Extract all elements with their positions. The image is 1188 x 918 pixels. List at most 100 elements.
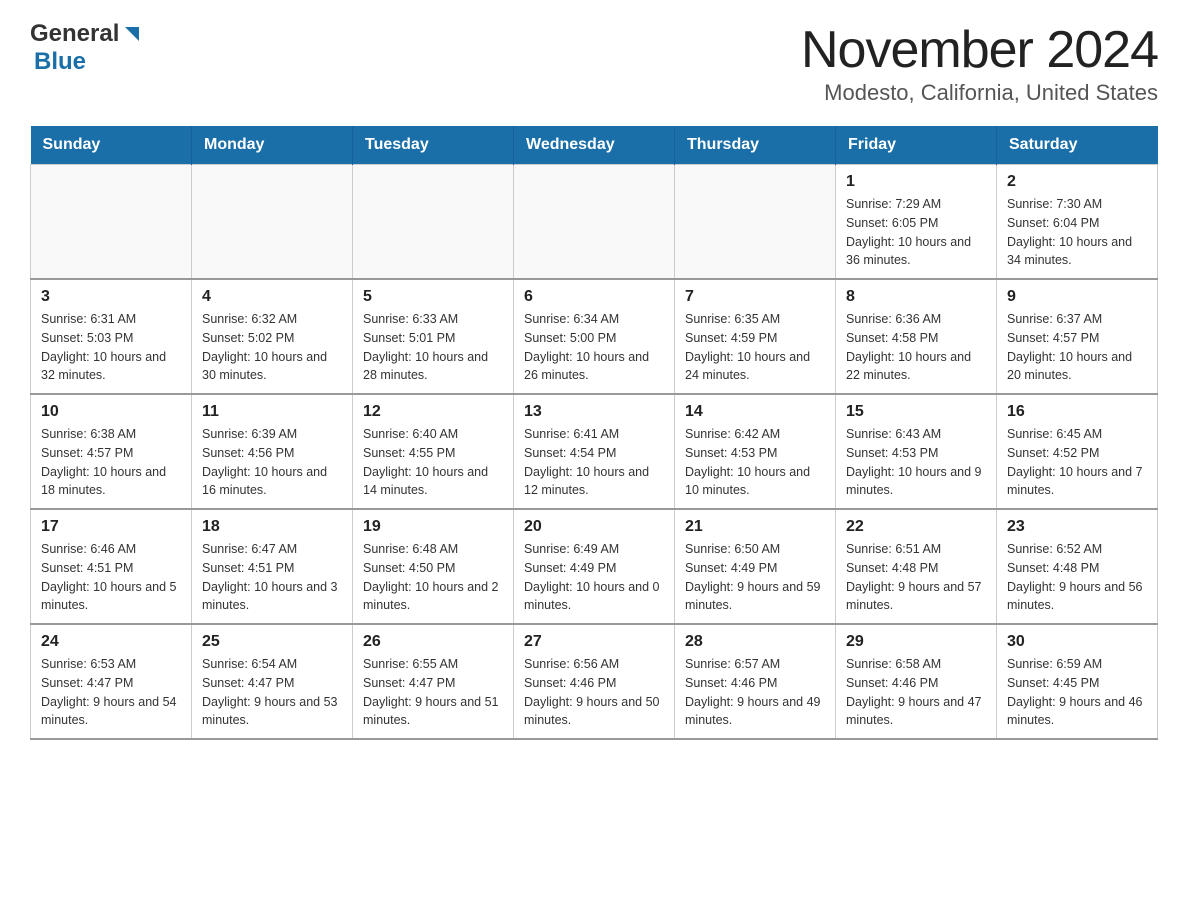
calendar-cell: 18 Sunrise: 6:47 AM Sunset: 4:51 PM Dayli…	[192, 509, 353, 624]
day-number: 23	[1007, 518, 1147, 536]
day-number: 18	[202, 518, 342, 536]
day-info: Sunrise: 6:52 AM Sunset: 4:48 PM Dayligh…	[1007, 540, 1147, 615]
calendar-cell: 4 Sunrise: 6:32 AM Sunset: 5:02 PM Daylig…	[192, 279, 353, 394]
day-info: Sunrise: 6:35 AM Sunset: 4:59 PM Dayligh…	[685, 310, 825, 385]
calendar-cell: 12 Sunrise: 6:40 AM Sunset: 4:55 PM Dayli…	[353, 394, 514, 509]
day-info: Sunrise: 6:54 AM Sunset: 4:47 PM Dayligh…	[202, 655, 342, 730]
day-number: 12	[363, 403, 503, 421]
day-info: Sunrise: 6:50 AM Sunset: 4:49 PM Dayligh…	[685, 540, 825, 615]
day-info: Sunrise: 6:32 AM Sunset: 5:02 PM Dayligh…	[202, 310, 342, 385]
calendar-cell: 30 Sunrise: 6:59 AM Sunset: 4:45 PM Dayli…	[997, 624, 1158, 739]
day-number: 13	[524, 403, 664, 421]
day-info: Sunrise: 6:36 AM Sunset: 4:58 PM Dayligh…	[846, 310, 986, 385]
day-number: 1	[846, 173, 986, 191]
page-title: November 2024	[801, 20, 1158, 80]
calendar-cell: 15 Sunrise: 6:43 AM Sunset: 4:53 PM Dayli…	[836, 394, 997, 509]
calendar-cell: 28 Sunrise: 6:57 AM Sunset: 4:46 PM Dayli…	[675, 624, 836, 739]
calendar-cell: 22 Sunrise: 6:51 AM Sunset: 4:48 PM Dayli…	[836, 509, 997, 624]
calendar-cell: 5 Sunrise: 6:33 AM Sunset: 5:01 PM Daylig…	[353, 279, 514, 394]
calendar-cell: 23 Sunrise: 6:52 AM Sunset: 4:48 PM Dayli…	[997, 509, 1158, 624]
calendar-cell: 25 Sunrise: 6:54 AM Sunset: 4:47 PM Dayli…	[192, 624, 353, 739]
calendar-cell: 8 Sunrise: 6:36 AM Sunset: 4:58 PM Daylig…	[836, 279, 997, 394]
day-info: Sunrise: 6:31 AM Sunset: 5:03 PM Dayligh…	[41, 310, 181, 385]
calendar-cell: 21 Sunrise: 6:50 AM Sunset: 4:49 PM Dayli…	[675, 509, 836, 624]
day-info: Sunrise: 7:29 AM Sunset: 6:05 PM Dayligh…	[846, 195, 986, 270]
day-info: Sunrise: 6:56 AM Sunset: 4:46 PM Dayligh…	[524, 655, 664, 730]
day-info: Sunrise: 6:49 AM Sunset: 4:49 PM Dayligh…	[524, 540, 664, 615]
calendar-cell: 20 Sunrise: 6:49 AM Sunset: 4:49 PM Dayli…	[514, 509, 675, 624]
calendar-week-4: 17 Sunrise: 6:46 AM Sunset: 4:51 PM Dayli…	[31, 509, 1158, 624]
day-header-wednesday: Wednesday	[514, 126, 675, 165]
calendar-cell: 11 Sunrise: 6:39 AM Sunset: 4:56 PM Dayli…	[192, 394, 353, 509]
day-number: 19	[363, 518, 503, 536]
day-number: 20	[524, 518, 664, 536]
day-number: 25	[202, 633, 342, 651]
day-header-friday: Friday	[836, 126, 997, 165]
day-info: Sunrise: 6:33 AM Sunset: 5:01 PM Dayligh…	[363, 310, 503, 385]
calendar-week-5: 24 Sunrise: 6:53 AM Sunset: 4:47 PM Dayli…	[31, 624, 1158, 739]
day-number: 15	[846, 403, 986, 421]
calendar-cell: 19 Sunrise: 6:48 AM Sunset: 4:50 PM Dayli…	[353, 509, 514, 624]
day-info: Sunrise: 6:53 AM Sunset: 4:47 PM Dayligh…	[41, 655, 181, 730]
page-header: General Blue November 2024 Modesto, Cali…	[30, 20, 1158, 106]
day-number: 11	[202, 403, 342, 421]
calendar-cell: 27 Sunrise: 6:56 AM Sunset: 4:46 PM Dayli…	[514, 624, 675, 739]
calendar-cell	[514, 165, 675, 280]
calendar-cell: 3Sunrise: 6:31 AM Sunset: 5:03 PM Daylig…	[31, 279, 192, 394]
calendar-cell	[353, 165, 514, 280]
day-number: 26	[363, 633, 503, 651]
day-header-thursday: Thursday	[675, 126, 836, 165]
day-info: Sunrise: 6:41 AM Sunset: 4:54 PM Dayligh…	[524, 425, 664, 500]
calendar-week-2: 3Sunrise: 6:31 AM Sunset: 5:03 PM Daylig…	[31, 279, 1158, 394]
day-info: Sunrise: 6:51 AM Sunset: 4:48 PM Dayligh…	[846, 540, 986, 615]
day-info: Sunrise: 7:30 AM Sunset: 6:04 PM Dayligh…	[1007, 195, 1147, 270]
calendar-cell	[675, 165, 836, 280]
day-info: Sunrise: 6:59 AM Sunset: 4:45 PM Dayligh…	[1007, 655, 1147, 730]
day-number: 5	[363, 288, 503, 306]
logo: General Blue	[30, 20, 143, 76]
day-number: 4	[202, 288, 342, 306]
day-info: Sunrise: 6:45 AM Sunset: 4:52 PM Dayligh…	[1007, 425, 1147, 500]
calendar-cell: 6Sunrise: 6:34 AM Sunset: 5:00 PM Daylig…	[514, 279, 675, 394]
calendar-cell	[31, 165, 192, 280]
calendar-cell: 7Sunrise: 6:35 AM Sunset: 4:59 PM Daylig…	[675, 279, 836, 394]
day-info: Sunrise: 6:43 AM Sunset: 4:53 PM Dayligh…	[846, 425, 986, 500]
day-number: 22	[846, 518, 986, 536]
day-number: 28	[685, 633, 825, 651]
day-info: Sunrise: 6:58 AM Sunset: 4:46 PM Dayligh…	[846, 655, 986, 730]
logo-blue-text: Blue	[34, 48, 86, 76]
day-header-sunday: Sunday	[31, 126, 192, 165]
calendar-week-1: 1 Sunrise: 7:29 AM Sunset: 6:05 PM Daylig…	[31, 165, 1158, 280]
logo-triangle-icon	[121, 23, 143, 45]
calendar-cell: 16 Sunrise: 6:45 AM Sunset: 4:52 PM Dayli…	[997, 394, 1158, 509]
calendar-week-3: 10Sunrise: 6:38 AM Sunset: 4:57 PM Dayli…	[31, 394, 1158, 509]
day-header-monday: Monday	[192, 126, 353, 165]
calendar-cell: 10Sunrise: 6:38 AM Sunset: 4:57 PM Dayli…	[31, 394, 192, 509]
day-number: 17	[41, 518, 181, 536]
day-info: Sunrise: 6:37 AM Sunset: 4:57 PM Dayligh…	[1007, 310, 1147, 385]
day-info: Sunrise: 6:47 AM Sunset: 4:51 PM Dayligh…	[202, 540, 342, 615]
day-number: 30	[1007, 633, 1147, 651]
day-info: Sunrise: 6:46 AM Sunset: 4:51 PM Dayligh…	[41, 540, 181, 615]
day-number: 29	[846, 633, 986, 651]
calendar-cell: 1 Sunrise: 7:29 AM Sunset: 6:05 PM Daylig…	[836, 165, 997, 280]
day-header-tuesday: Tuesday	[353, 126, 514, 165]
day-number: 21	[685, 518, 825, 536]
logo-general-text: General	[30, 20, 119, 48]
calendar-cell: 2Sunrise: 7:30 AM Sunset: 6:04 PM Daylig…	[997, 165, 1158, 280]
day-info: Sunrise: 6:40 AM Sunset: 4:55 PM Dayligh…	[363, 425, 503, 500]
day-number: 24	[41, 633, 181, 651]
day-number: 8	[846, 288, 986, 306]
day-info: Sunrise: 6:48 AM Sunset: 4:50 PM Dayligh…	[363, 540, 503, 615]
day-info: Sunrise: 6:57 AM Sunset: 4:46 PM Dayligh…	[685, 655, 825, 730]
day-info: Sunrise: 6:55 AM Sunset: 4:47 PM Dayligh…	[363, 655, 503, 730]
calendar-cell: 29 Sunrise: 6:58 AM Sunset: 4:46 PM Dayli…	[836, 624, 997, 739]
day-number: 27	[524, 633, 664, 651]
day-info: Sunrise: 6:38 AM Sunset: 4:57 PM Dayligh…	[41, 425, 181, 500]
day-number: 16	[1007, 403, 1147, 421]
day-info: Sunrise: 6:42 AM Sunset: 4:53 PM Dayligh…	[685, 425, 825, 500]
day-info: Sunrise: 6:39 AM Sunset: 4:56 PM Dayligh…	[202, 425, 342, 500]
day-info: Sunrise: 6:34 AM Sunset: 5:00 PM Dayligh…	[524, 310, 664, 385]
calendar-cell: 9Sunrise: 6:37 AM Sunset: 4:57 PM Daylig…	[997, 279, 1158, 394]
calendar-cell: 14Sunrise: 6:42 AM Sunset: 4:53 PM Dayli…	[675, 394, 836, 509]
